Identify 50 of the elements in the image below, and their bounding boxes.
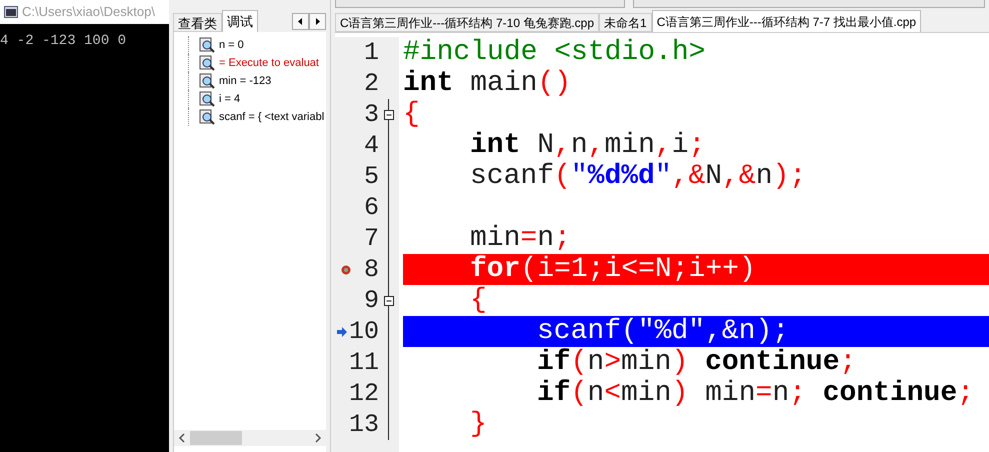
code-line: for(i=1;i<=N;i++) bbox=[470, 256, 756, 284]
scroll-left-icon[interactable] bbox=[178, 433, 186, 443]
panel-tab[interactable]: 查看类 bbox=[173, 13, 222, 32]
file-tab[interactable]: C语言第三周作业---循环结构 7-7 找出最小值.cpp bbox=[652, 10, 922, 32]
watch-icon bbox=[199, 109, 215, 125]
watch-item[interactable]: scanf = { <text variabl bbox=[219, 108, 324, 126]
watch-item[interactable]: = Execute to evaluat bbox=[219, 54, 319, 72]
file-tab[interactable]: C语言第三周作业---循环结构 7-10 龟兔赛跑.cpp bbox=[335, 13, 600, 32]
console-title: C:\Users\xiao\Desktop\ bbox=[22, 3, 155, 22]
line-number: 7 bbox=[364, 226, 379, 251]
line-number: 11 bbox=[348, 350, 379, 375]
line-number: 9 bbox=[364, 288, 379, 313]
code-line: } bbox=[470, 410, 487, 438]
watch-item[interactable]: i = 4 bbox=[219, 90, 240, 108]
fold-toggle-icon[interactable] bbox=[384, 296, 394, 306]
line-number: 5 bbox=[364, 164, 379, 189]
line-number: 4 bbox=[364, 133, 379, 158]
horizontal-scrollbar[interactable] bbox=[174, 430, 326, 446]
line-number: 8 bbox=[364, 257, 379, 282]
code-line: min=n; bbox=[470, 224, 571, 252]
fold-toggle-icon[interactable] bbox=[384, 110, 394, 120]
scroll-right-icon[interactable] bbox=[314, 433, 322, 443]
line-number: 2 bbox=[364, 71, 379, 96]
code-line: if(n>min) continue; bbox=[537, 348, 856, 376]
console-icon bbox=[4, 6, 18, 18]
line-number: 6 bbox=[364, 195, 379, 220]
scroll-left-icon[interactable] bbox=[292, 13, 309, 30]
line-number: 10 bbox=[348, 319, 379, 344]
file-tab[interactable]: 未命名1 bbox=[599, 13, 652, 32]
line-number: 12 bbox=[348, 381, 379, 406]
code-line: if(n<min) min=n; continue; bbox=[537, 380, 974, 408]
watch-item[interactable]: n = 0 bbox=[219, 36, 244, 54]
line-number: 3 bbox=[364, 102, 379, 127]
panel-tab[interactable]: 调试 bbox=[222, 10, 258, 32]
line-number: 1 bbox=[364, 40, 379, 65]
code-line: int N,n,min,i; bbox=[470, 132, 706, 160]
console-output: 4 -2 -123 100 0 bbox=[0, 33, 126, 49]
watch-icon bbox=[199, 55, 215, 71]
code-line: scanf("%d%d",&N,&n); bbox=[470, 162, 806, 190]
code-line: { bbox=[470, 286, 487, 314]
watch-icon bbox=[199, 91, 215, 107]
watch-icon bbox=[199, 73, 215, 89]
watch-icon bbox=[199, 37, 215, 53]
code-line: #include <stdio.h> bbox=[403, 38, 706, 66]
code-line: { bbox=[403, 100, 420, 128]
code-line: int main() bbox=[403, 70, 572, 98]
code-line: scanf("%d",&n); bbox=[537, 318, 790, 346]
watch-item[interactable]: min = -123 bbox=[219, 72, 272, 90]
line-number: 13 bbox=[348, 412, 379, 437]
scroll-right-icon[interactable] bbox=[309, 13, 326, 30]
